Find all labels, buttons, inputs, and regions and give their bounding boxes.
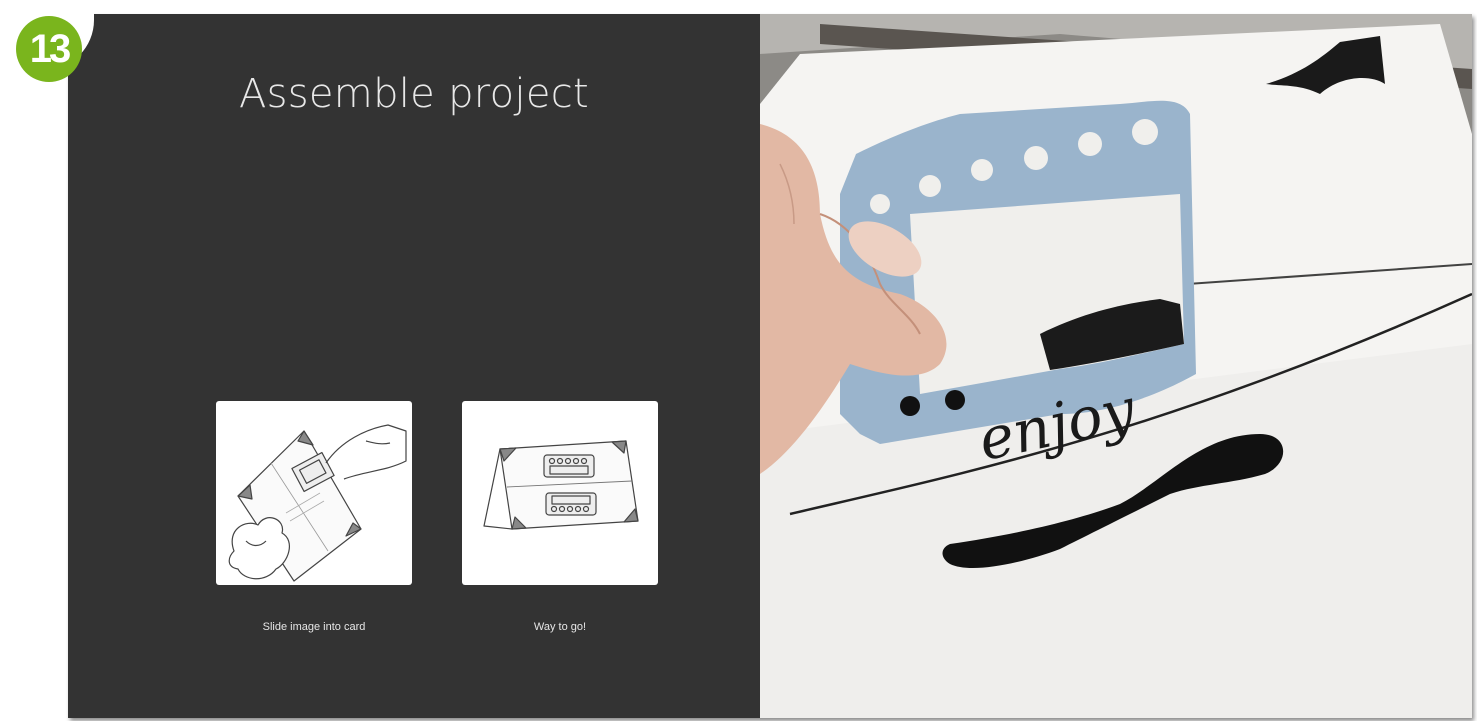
caption-slide-image: Slide image into card — [262, 621, 366, 633]
slide-image-illustration — [228, 424, 407, 582]
step-badge: 13 — [0, 0, 94, 82]
photo-illustration: enjoy — [760, 14, 1472, 718]
step-number: 13 — [16, 16, 82, 82]
assembly-photo: enjoy — [760, 14, 1472, 718]
step-frame: Assemble project Slide image into card W… — [68, 14, 1472, 718]
assemble-panel: Assemble project Slide image into card W… — [68, 14, 760, 718]
caption-way-to-go: Way to go! — [533, 621, 587, 633]
step-card-slide-image[interactable] — [216, 401, 412, 585]
finished-card-illustration — [483, 440, 639, 530]
step-card-way-to-go[interactable] — [462, 401, 658, 585]
page-title: Assemble project — [238, 71, 590, 117]
